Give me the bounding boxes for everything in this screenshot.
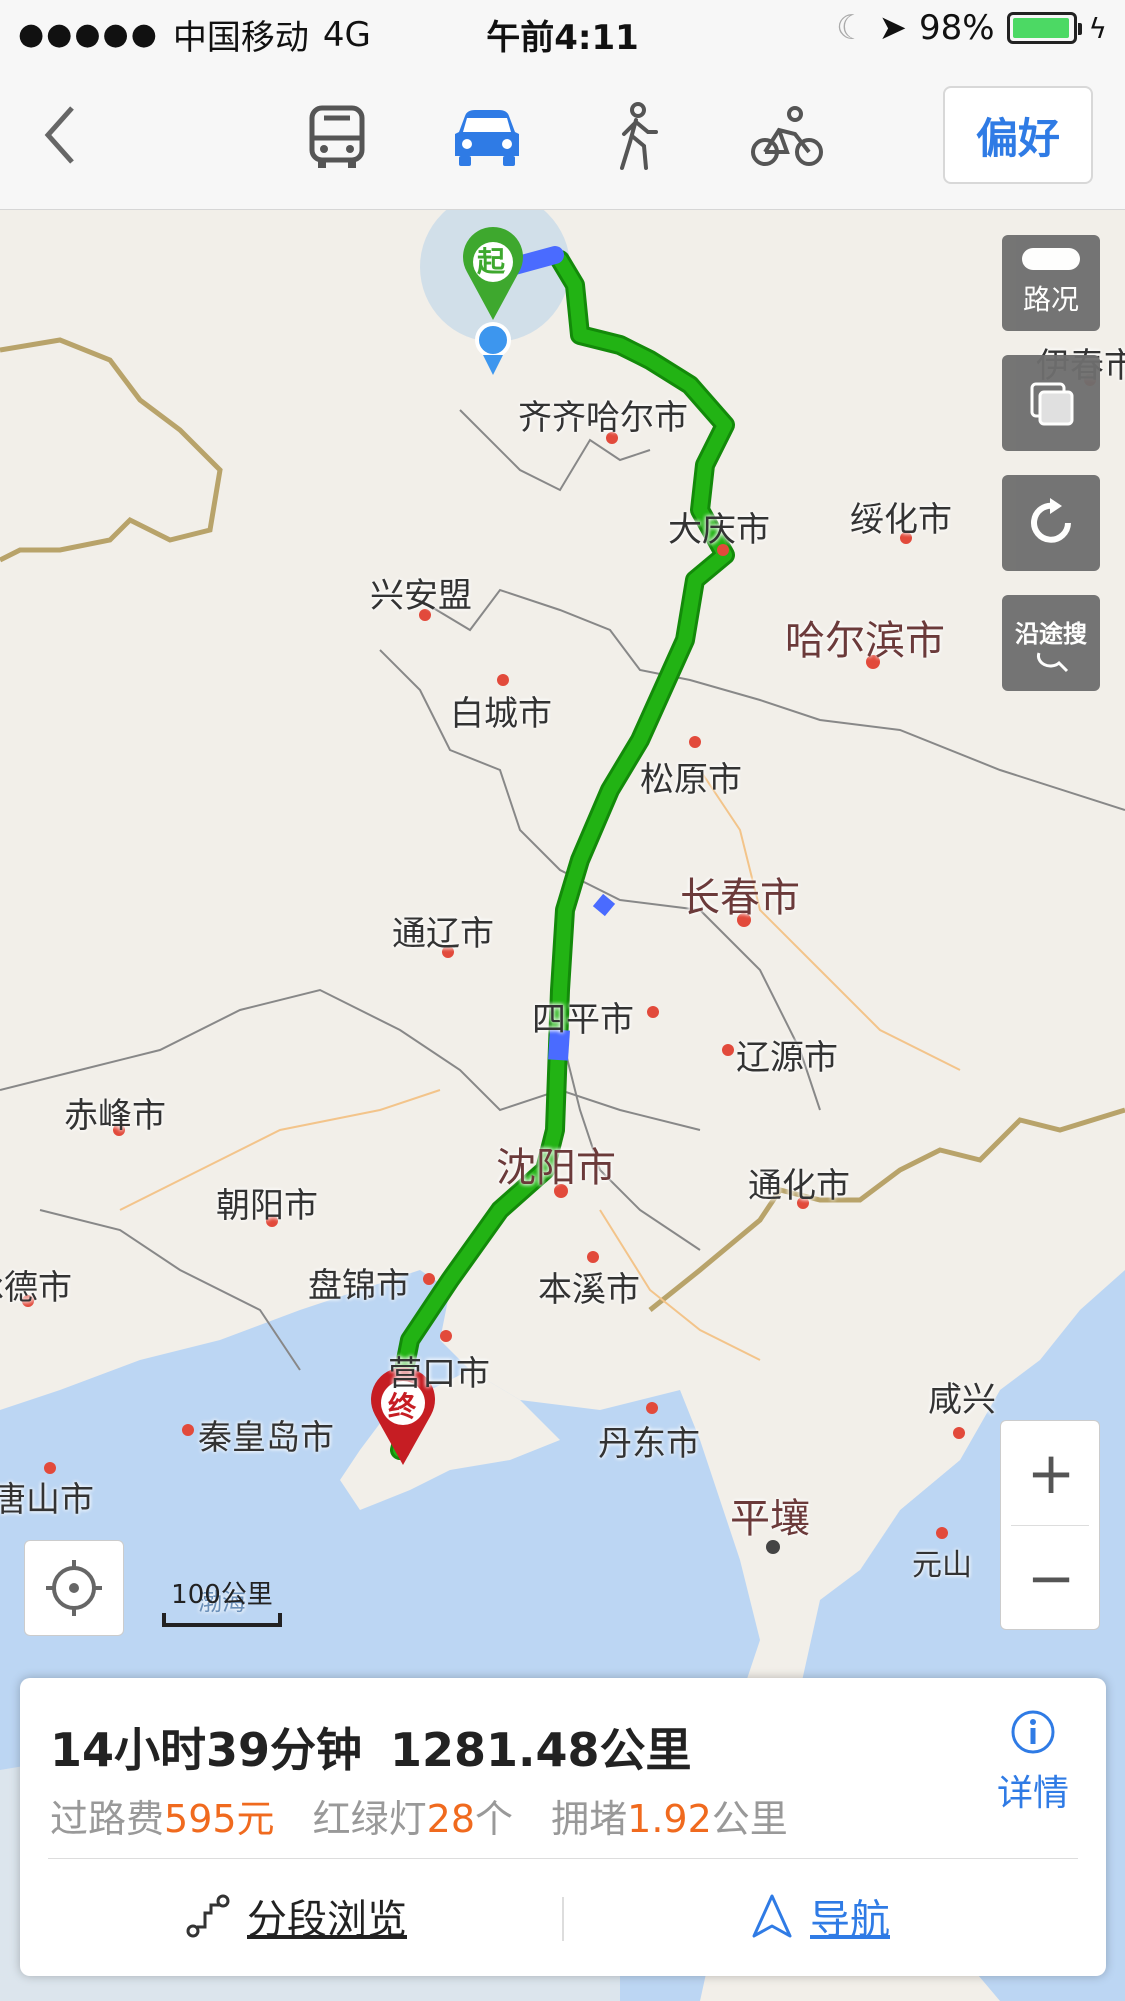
city-label: 平壤: [730, 1496, 810, 1542]
preference-button[interactable]: 偏好: [943, 86, 1093, 184]
route-segment-icon: [186, 1894, 230, 1938]
chevron-left-icon: [44, 106, 74, 164]
refresh-button[interactable]: [1002, 475, 1100, 571]
city-label: 松原市: [640, 760, 742, 800]
traffic-label: 路况: [1022, 283, 1079, 316]
navigation-arrow-icon: [752, 1894, 792, 1938]
along-route-search-button[interactable]: 沿途搜: [1002, 595, 1100, 691]
zoom-out-button[interactable]: −: [1001, 1526, 1101, 1630]
toll-unit: 元: [236, 1797, 275, 1841]
zoom-in-button[interactable]: +: [1001, 1421, 1101, 1525]
traffic-icon: [1022, 248, 1080, 270]
city-label: 通辽市: [392, 914, 494, 954]
congestion-value: 1.92: [627, 1797, 712, 1841]
navigate-label: 导航: [810, 1897, 890, 1943]
congestion-info: 拥堵1.92公里: [551, 1797, 788, 1841]
city-label: 长春市: [680, 875, 800, 921]
city-label: 朝阳市: [216, 1186, 318, 1226]
korea-border: [648, 1107, 1125, 1312]
car-icon: [455, 110, 519, 166]
traffic-toggle-button[interactable]: 路况: [1002, 235, 1100, 331]
toll-label: 过路费: [50, 1797, 165, 1841]
city-label: 丹东市: [598, 1424, 700, 1464]
transport-toolbar: 偏好: [0, 64, 1125, 210]
congestion-label: 拥堵: [551, 1797, 628, 1841]
city-label: 咸兴: [928, 1380, 996, 1420]
toll-info: 过路费595元: [50, 1797, 275, 1841]
current-location-marker: [475, 322, 511, 375]
details-label: 详情: [996, 1773, 1069, 1814]
mongolia-border: [0, 337, 223, 563]
city-label: 承德市: [0, 1268, 72, 1308]
moon-icon: ☾: [835, 8, 867, 48]
city-label: 齐齐哈尔市: [518, 398, 688, 438]
toll-value: 595: [164, 1797, 237, 1841]
scale-bar: [162, 1613, 282, 1627]
city-label: 秦皇岛市: [198, 1418, 334, 1458]
city-label: 大庆市: [668, 510, 770, 550]
layers-icon: [1030, 382, 1074, 426]
city-label: 兴安盟: [370, 576, 472, 616]
refresh-icon: [1031, 498, 1071, 543]
route-summary-card[interactable]: 14小时39分钟 1281.48公里 过路费595元 红绿灯28个 拥堵1.92公…: [20, 1678, 1106, 1976]
city-label: 赤峰市: [64, 1096, 166, 1136]
scale-label: 100公里: [171, 1580, 273, 1610]
congestion-unit: 公里: [711, 1797, 788, 1841]
layers-button[interactable]: [1002, 355, 1100, 451]
walk-icon: [620, 102, 658, 170]
zoom-control: + −: [1000, 1420, 1100, 1630]
lights-unit: 个: [475, 1797, 514, 1841]
traffic-lights-info: 红绿灯28个: [313, 1797, 513, 1841]
card-actions: 分段浏览 导航: [20, 1859, 1106, 1976]
route-congestion-3: [592, 893, 616, 917]
mode-car-button[interactable]: [442, 94, 532, 180]
charging-icon: ϟ: [1088, 11, 1107, 45]
start-marker-label: 起: [477, 245, 506, 278]
mode-bicycle-button[interactable]: [742, 94, 832, 180]
route-duration: 14小时39分钟: [50, 1723, 363, 1777]
city-label: 盘锦市: [308, 1266, 410, 1306]
back-button[interactable]: [40, 100, 100, 170]
locate-me-button[interactable]: [24, 1540, 124, 1636]
lights-value: 28: [426, 1797, 476, 1841]
battery-icon: [1006, 12, 1082, 44]
city-label: 哈尔滨市: [785, 618, 945, 664]
city-label: 沈阳市: [496, 1145, 616, 1191]
route-stats: 过路费595元 红绿灯28个 拥堵1.92公里: [50, 1788, 814, 1843]
mode-bus-button[interactable]: [292, 94, 382, 180]
city-label: 元山: [912, 1548, 972, 1583]
city-label: 营口市: [388, 1354, 490, 1394]
mode-walk-button[interactable]: [592, 94, 682, 180]
segment-browse-button[interactable]: 分段浏览: [185, 1887, 407, 1945]
bus-icon: [309, 105, 365, 168]
details-button[interactable]: 详情: [988, 1708, 1078, 1816]
route-distance: 1281.48公里: [390, 1723, 692, 1777]
map-scale: 100公里: [162, 1574, 282, 1627]
city-label: 通化市: [748, 1166, 850, 1206]
action-separator: [562, 1897, 564, 1941]
crosshair-icon: [46, 1560, 102, 1616]
city-label: 唐山市: [0, 1480, 94, 1520]
city-label: 本溪市: [538, 1270, 640, 1310]
city-label: 辽源市: [736, 1038, 838, 1078]
battery-percent: 98%: [918, 8, 995, 48]
magnifier-icon: [1036, 651, 1069, 672]
location-arrow-icon: ➤: [878, 8, 907, 48]
info-icon: [1011, 1710, 1055, 1754]
route-summary: 14小时39分钟 1281.48公里: [50, 1714, 720, 1780]
status-bar: ●●●●● 中国移动 4G 午前4:11 ☾ ➤ 98% ϟ: [0, 0, 1125, 64]
bicycle-icon: [751, 106, 823, 166]
city-label: 白城市: [450, 694, 552, 734]
navigate-button[interactable]: 导航: [750, 1887, 890, 1945]
lights-label: 红绿灯: [312, 1797, 427, 1841]
city-label: 四平市: [532, 1000, 634, 1040]
along-route-search-label: 沿途搜: [1015, 619, 1087, 648]
city-label: 绥化市: [850, 500, 952, 540]
segment-browse-label: 分段浏览: [247, 1897, 407, 1943]
